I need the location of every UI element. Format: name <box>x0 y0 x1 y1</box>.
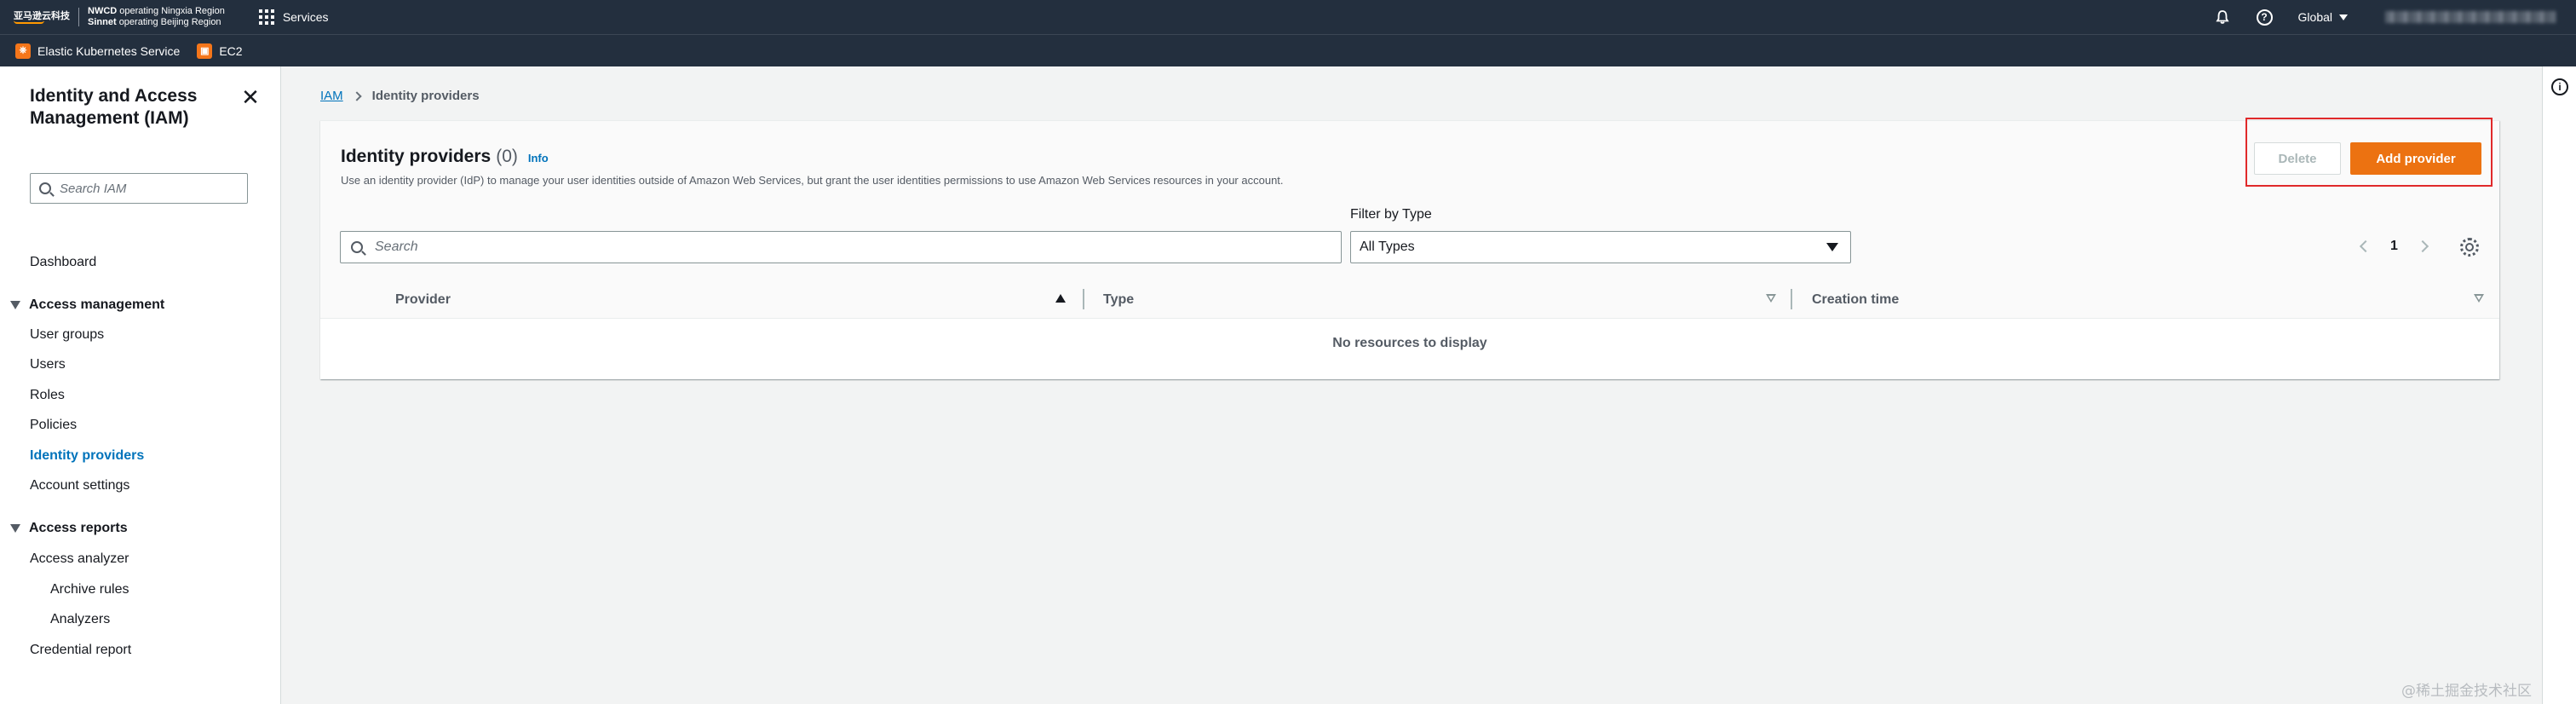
account-menu[interactable] <box>2385 11 2556 23</box>
column-header-creation-time[interactable]: Creation time <box>1812 292 1899 308</box>
sidebar-search-input[interactable] <box>60 181 230 196</box>
sidebar-section-access-management[interactable]: Access management <box>10 297 164 313</box>
column-divider[interactable] <box>1791 289 1792 309</box>
aws-logo[interactable]: 亚马逊云科技 <box>14 11 70 24</box>
sidebar-item-archive-rules[interactable]: Archive rules <box>50 582 129 597</box>
logo-block[interactable]: 亚马逊云科技 NWCD operating Ningxia Region Sin… <box>0 0 225 34</box>
chevron-right-icon <box>352 90 362 101</box>
logo-text: 亚马逊云科技 <box>14 10 70 21</box>
favorites-bar: ⎈ Elastic Kubernetes Service ▣ EC2 <box>0 34 2576 66</box>
eks-icon: ⎈ <box>15 43 31 59</box>
logo-divider <box>78 8 79 26</box>
gear-icon[interactable] <box>2460 238 2479 257</box>
search-icon <box>351 241 363 253</box>
sidebar-section-label: Access reports <box>29 521 128 535</box>
sidebar-item-identity-providers[interactable]: Identity providers <box>30 448 144 464</box>
watermark: @稀土掘金技术社区 <box>2401 683 2532 700</box>
sidebar-item-analyzers[interactable]: Analyzers <box>50 612 110 627</box>
sidebar-item-policies[interactable]: Policies <box>30 418 77 433</box>
pagination: 1 <box>2359 239 2429 254</box>
breadcrumb-current: Identity providers <box>371 89 480 103</box>
caret-down-icon <box>10 301 20 309</box>
sidebar-section-access-reports[interactable]: Access reports <box>10 521 128 536</box>
sidebar-item-dashboard[interactable]: Dashboard <box>30 255 96 270</box>
sort-ascending-icon[interactable] <box>1055 294 1066 303</box>
type-filter-select[interactable]: All Types <box>1350 231 1851 263</box>
search-icon <box>39 182 51 194</box>
page-title: Identity providers (0) Info <box>341 147 549 167</box>
sidebar: Identity and Access Management (IAM) ✕ D… <box>0 66 281 704</box>
page-title-text: Identity providers <box>341 147 492 166</box>
provider-search[interactable] <box>340 231 1342 263</box>
breadcrumb: IAM Identity providers <box>320 89 480 103</box>
breadcrumb-iam-link[interactable]: IAM <box>320 89 343 103</box>
sidebar-item-credential-report[interactable]: Credential report <box>30 643 131 658</box>
identity-providers-panel: Identity providers (0) Info Use an ident… <box>320 118 2499 379</box>
sidebar-item-users[interactable]: Users <box>30 357 66 372</box>
region-text-1: operating Ningxia Region <box>119 6 225 16</box>
services-grid-icon <box>258 9 274 25</box>
favorite-ec2-label: EC2 <box>219 43 243 58</box>
help-icon[interactable]: ? <box>2256 9 2273 26</box>
sidebar-item-account-settings[interactable]: Account settings <box>30 478 129 493</box>
sidebar-item-access-analyzer[interactable]: Access analyzer <box>30 551 129 567</box>
sidebar-search[interactable] <box>30 173 248 204</box>
services-menu-button[interactable]: Services <box>258 9 329 25</box>
table-header: Provider Type Creation time <box>320 280 2499 319</box>
empty-state-message: No resources to display <box>1332 336 1487 350</box>
region-selector[interactable]: Global <box>2298 10 2348 24</box>
provider-search-input[interactable] <box>375 239 1312 255</box>
type-filter-value: All Types <box>1360 239 1415 254</box>
chevron-right-icon[interactable] <box>2416 239 2429 253</box>
top-navigation: 亚马逊云科技 NWCD operating Ningxia Region Sin… <box>0 0 2576 34</box>
caret-down-icon <box>2339 14 2348 20</box>
caret-down-icon <box>1826 243 1838 251</box>
favorite-eks[interactable]: ⎈ Elastic Kubernetes Service <box>15 43 180 59</box>
notifications-bell-icon[interactable] <box>2214 9 2231 26</box>
add-provider-button[interactable]: Add provider <box>2350 142 2481 175</box>
info-icon[interactable]: i <box>2551 78 2568 95</box>
column-header-provider[interactable]: Provider <box>395 292 451 308</box>
topnav-right: ? Global <box>2214 0 2576 34</box>
region-operator-1: NWCD <box>88 6 118 16</box>
sort-icon[interactable] <box>2474 294 2484 303</box>
close-icon[interactable]: ✕ <box>240 86 261 108</box>
caret-down-icon <box>10 524 20 533</box>
column-header-type[interactable]: Type <box>1103 292 1134 308</box>
region-info: NWCD operating Ningxia Region Sinnet ope… <box>88 6 225 28</box>
region-operator-2: Sinnet <box>88 17 117 27</box>
favorite-eks-label: Elastic Kubernetes Service <box>37 43 181 58</box>
sort-icon[interactable] <box>1766 294 1776 303</box>
ec2-icon: ▣ <box>197 43 213 59</box>
favorite-ec2[interactable]: ▣ EC2 <box>197 43 243 59</box>
sidebar-title[interactable]: Identity and Access Management (IAM) <box>30 85 234 130</box>
page-description: Use an identity provider (IdP) to manage… <box>341 174 1284 187</box>
sidebar-section-label: Access management <box>29 297 165 312</box>
page-number[interactable]: 1 <box>2390 239 2398 254</box>
chevron-left-icon[interactable] <box>2359 239 2372 253</box>
info-link[interactable]: Info <box>528 152 549 164</box>
provider-count: (0) <box>496 147 518 166</box>
delete-button[interactable]: Delete <box>2254 142 2341 175</box>
sidebar-item-user-groups[interactable]: User groups <box>30 327 104 343</box>
services-label: Services <box>282 10 329 24</box>
region-text-2: operating Beijing Region <box>118 17 221 27</box>
column-divider[interactable] <box>1083 289 1084 309</box>
sidebar-item-roles[interactable]: Roles <box>30 388 65 403</box>
filter-by-type-label: Filter by Type <box>1350 207 1432 222</box>
region-selector-label: Global <box>2297 10 2332 24</box>
right-tools-rail: i <box>2542 66 2576 704</box>
